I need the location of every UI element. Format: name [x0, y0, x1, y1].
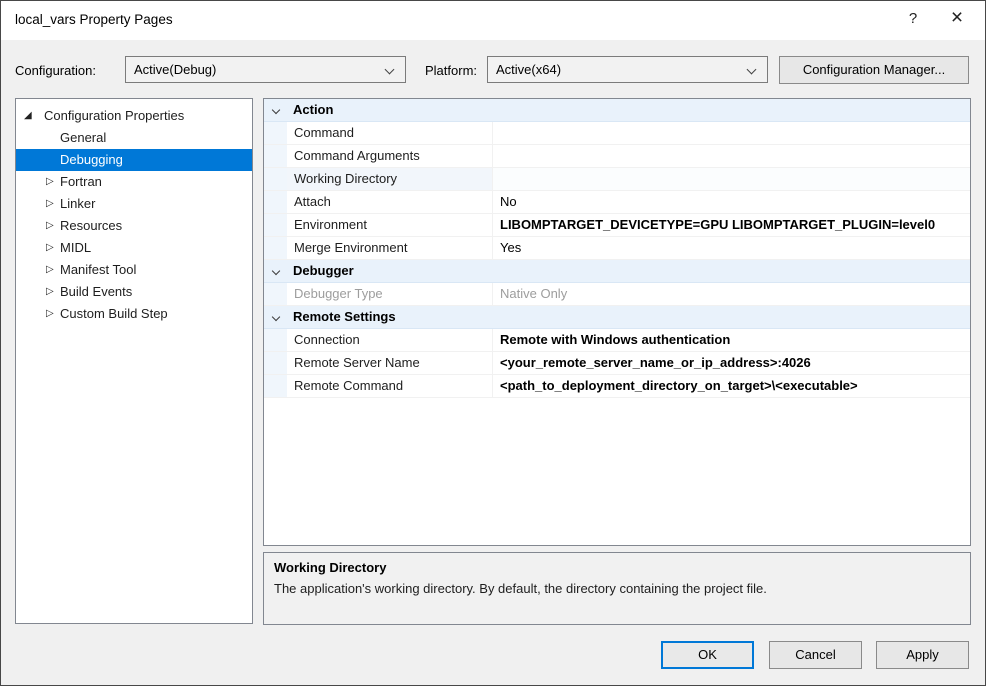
- property-value[interactable]: <path_to_deployment_directory_on_target>…: [492, 375, 970, 397]
- titlebar: local_vars Property Pages ? ×: [1, 1, 985, 40]
- grid-section-action[interactable]: Action: [264, 99, 970, 122]
- tree-item-build-events[interactable]: ▷Build Events: [16, 281, 252, 303]
- tree-collapsed-icon[interactable]: ▷: [46, 215, 54, 237]
- description-text: The application's working directory. By …: [274, 581, 960, 596]
- property-value[interactable]: [492, 168, 970, 190]
- property-name: Debugger Type: [287, 283, 492, 305]
- row-gutter: [264, 237, 287, 259]
- help-icon[interactable]: ?: [893, 1, 933, 37]
- platform-dropdown-value: Active(x64): [496, 62, 561, 77]
- tree-collapsed-icon[interactable]: ▷: [46, 193, 54, 215]
- tree-item-fortran[interactable]: ▷Fortran: [16, 171, 252, 193]
- tree-item-label: Debugging: [16, 149, 252, 171]
- configuration-manager-button[interactable]: Configuration Manager...: [779, 56, 969, 84]
- row-gutter: [264, 352, 287, 374]
- tree-collapsed-icon[interactable]: ▷: [46, 237, 54, 259]
- property-value[interactable]: Yes: [492, 237, 970, 259]
- row-gutter: [264, 122, 287, 144]
- property-description-panel: Working Directory The application's work…: [263, 552, 971, 625]
- property-name: Remote Server Name: [287, 352, 492, 374]
- property-name: Attach: [287, 191, 492, 213]
- tree-item-label: Configuration Properties: [16, 105, 252, 127]
- row-gutter: [264, 191, 287, 213]
- config-tree: ◢Configuration PropertiesGeneralDebuggin…: [15, 98, 253, 624]
- property-row-attach[interactable]: AttachNo: [264, 191, 970, 214]
- property-name: Environment: [287, 214, 492, 236]
- tree-collapsed-icon[interactable]: ▷: [46, 303, 54, 325]
- description-title: Working Directory: [274, 560, 960, 575]
- tree-expanded-icon[interactable]: ◢: [24, 105, 32, 127]
- property-row-command-arguments[interactable]: Command Arguments: [264, 145, 970, 168]
- property-row-debugger-type[interactable]: Debugger TypeNative Only: [264, 283, 970, 306]
- property-row-remote-server-name[interactable]: Remote Server Name<your_remote_server_na…: [264, 352, 970, 375]
- platform-dropdown[interactable]: Active(x64): [487, 56, 768, 83]
- property-name: Merge Environment: [287, 237, 492, 259]
- property-value[interactable]: No: [492, 191, 970, 213]
- property-row-remote-command[interactable]: Remote Command<path_to_deployment_direct…: [264, 375, 970, 398]
- tree-item-configuration-properties[interactable]: ◢Configuration Properties: [16, 105, 252, 127]
- tree-item-label: General: [16, 127, 252, 149]
- grid-section-debugger[interactable]: Debugger: [264, 260, 970, 283]
- property-row-merge-environment[interactable]: Merge EnvironmentYes: [264, 237, 970, 260]
- tree-collapsed-icon[interactable]: ▷: [46, 171, 54, 193]
- window-title: local_vars Property Pages: [15, 12, 173, 27]
- chevron-down-icon: [747, 65, 757, 75]
- property-name: Connection: [287, 329, 492, 351]
- row-gutter: [264, 214, 287, 236]
- property-value[interactable]: [492, 122, 970, 144]
- section-label: Debugger: [287, 260, 354, 282]
- row-gutter: [264, 168, 287, 190]
- tree-item-midl[interactable]: ▷MIDL: [16, 237, 252, 259]
- property-pages-dialog: local_vars Property Pages ? × Configurat…: [0, 0, 986, 686]
- property-value[interactable]: LIBOMPTARGET_DEVICETYPE=GPU LIBOMPTARGET…: [492, 214, 970, 236]
- chevron-down-icon: [385, 65, 395, 75]
- tree-item-debugging[interactable]: Debugging: [16, 149, 252, 171]
- section-label: Action: [287, 99, 333, 121]
- grid-section-remote-settings[interactable]: Remote Settings: [264, 306, 970, 329]
- section-collapse-icon[interactable]: [272, 313, 280, 321]
- property-name: Command: [287, 122, 492, 144]
- tree-item-general[interactable]: General: [16, 127, 252, 149]
- tree-item-custom-build-step[interactable]: ▷Custom Build Step: [16, 303, 252, 325]
- tree-collapsed-icon[interactable]: ▷: [46, 259, 54, 281]
- property-name: Working Directory: [287, 168, 492, 190]
- cancel-button[interactable]: Cancel: [769, 641, 862, 669]
- row-gutter: [264, 145, 287, 167]
- property-row-connection[interactable]: ConnectionRemote with Windows authentica…: [264, 329, 970, 352]
- configuration-dropdown[interactable]: Active(Debug): [125, 56, 406, 83]
- row-gutter: [264, 375, 287, 397]
- property-name: Remote Command: [287, 375, 492, 397]
- property-row-command[interactable]: Command: [264, 122, 970, 145]
- property-name: Command Arguments: [287, 145, 492, 167]
- platform-label: Platform:: [425, 63, 477, 78]
- tree-item-linker[interactable]: ▷Linker: [16, 193, 252, 215]
- section-collapse-icon[interactable]: [272, 106, 280, 114]
- section-collapse-icon[interactable]: [272, 267, 280, 275]
- tree-collapsed-icon[interactable]: ▷: [46, 281, 54, 303]
- property-row-environment[interactable]: EnvironmentLIBOMPTARGET_DEVICETYPE=GPU L…: [264, 214, 970, 237]
- tree-item-manifest-tool[interactable]: ▷Manifest Tool: [16, 259, 252, 281]
- row-gutter: [264, 283, 287, 305]
- property-value[interactable]: Remote with Windows authentication: [492, 329, 970, 351]
- section-label: Remote Settings: [287, 306, 396, 328]
- ok-button[interactable]: OK: [661, 641, 754, 669]
- tree-item-resources[interactable]: ▷Resources: [16, 215, 252, 237]
- property-grid: ActionCommandCommand ArgumentsWorking Di…: [263, 98, 971, 546]
- close-icon[interactable]: ×: [937, 1, 977, 37]
- property-value[interactable]: [492, 145, 970, 167]
- property-value[interactable]: <your_remote_server_name_or_ip_address>:…: [492, 352, 970, 374]
- property-row-working-directory[interactable]: Working Directory: [264, 168, 970, 191]
- configuration-label: Configuration:: [15, 63, 96, 78]
- property-value[interactable]: Native Only: [492, 283, 970, 305]
- apply-button[interactable]: Apply: [876, 641, 969, 669]
- row-gutter: [264, 329, 287, 351]
- configuration-dropdown-value: Active(Debug): [134, 62, 216, 77]
